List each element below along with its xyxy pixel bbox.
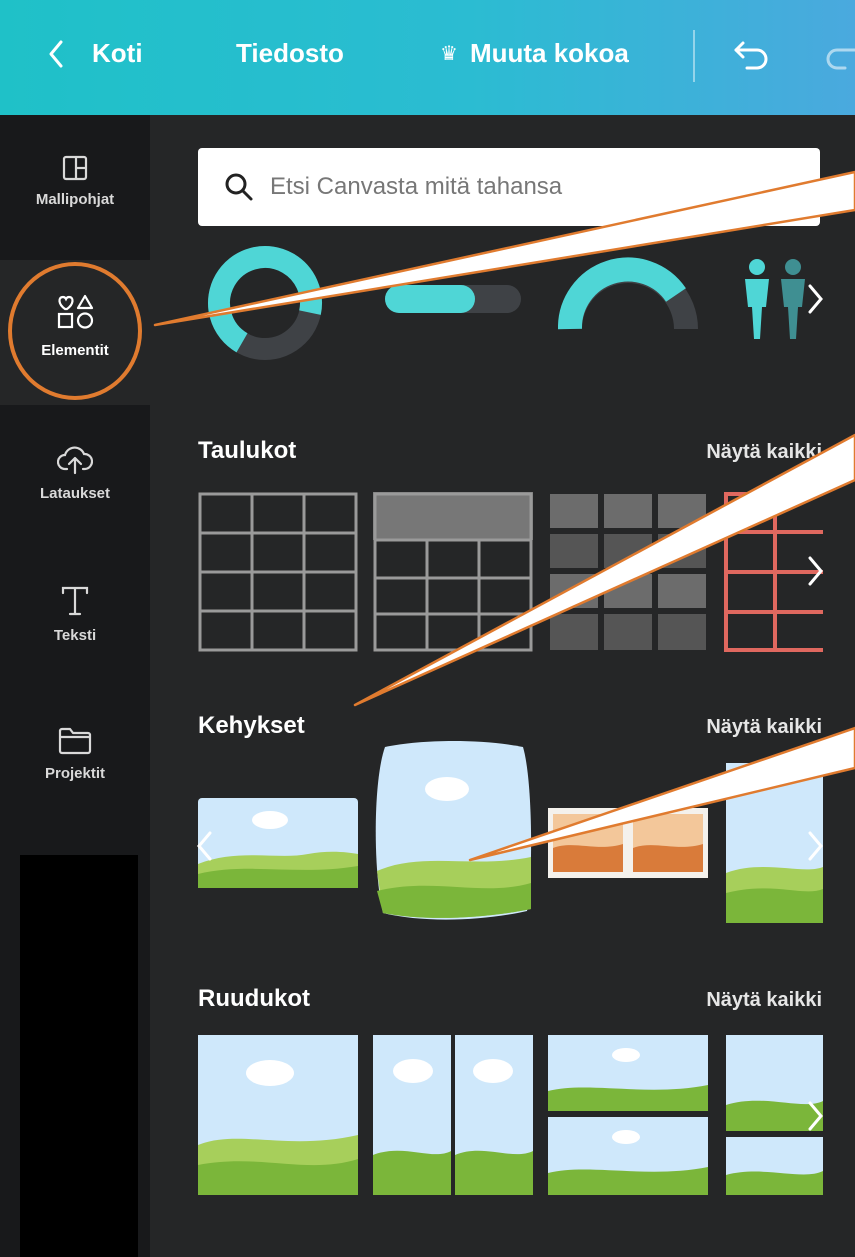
frames-see-all-link[interactable]: Näytä kaikki xyxy=(706,716,822,739)
resize-label: Muuta kokoa xyxy=(469,38,629,68)
home-button[interactable]: Koti xyxy=(48,38,143,69)
frame-element-blob[interactable] xyxy=(373,741,533,921)
frame-element-polaroid-pair[interactable] xyxy=(548,808,708,878)
tables-see-all-link[interactable]: Näytä kaikki xyxy=(706,441,822,464)
crown-icon: ♛ xyxy=(440,43,458,65)
grid-element-two-row[interactable] xyxy=(548,1035,708,1195)
chevron-right-icon[interactable] xyxy=(806,283,824,315)
grid-element-two-column[interactable] xyxy=(373,1035,533,1195)
folder-icon xyxy=(58,727,92,755)
redo-icon[interactable] xyxy=(825,37,855,73)
chevron-right-icon[interactable] xyxy=(806,830,824,862)
table-element-header[interactable] xyxy=(373,492,533,652)
redacted-area xyxy=(20,855,138,1257)
sidebar-item-text[interactable]: Teksti xyxy=(0,585,150,644)
frame-element-landscape[interactable] xyxy=(198,798,358,888)
file-menu-button[interactable]: Tiedosto xyxy=(236,38,344,69)
chevron-left-icon[interactable] xyxy=(196,830,214,862)
search-icon xyxy=(225,173,253,201)
grids-see-all-link[interactable]: Näytä kaikki xyxy=(706,989,822,1012)
gauge-element[interactable] xyxy=(558,253,698,333)
table-element-filled[interactable] xyxy=(548,492,708,652)
sidebar-item-label: Mallipohjat xyxy=(35,191,115,208)
chevron-right-icon[interactable] xyxy=(806,555,824,587)
sidebar-item-label: Teksti xyxy=(53,627,97,644)
chevron-right-icon[interactable] xyxy=(806,1100,824,1132)
sidebar-item-templates[interactable]: Mallipohjat xyxy=(0,155,150,208)
sidebar-item-uploads[interactable]: Lataukset xyxy=(0,445,150,502)
resize-button[interactable]: ♛ Muuta kokoa xyxy=(440,38,629,69)
undo-icon[interactable] xyxy=(733,37,773,73)
people-icon[interactable] xyxy=(735,257,815,341)
progress-ring-element[interactable] xyxy=(205,243,325,363)
text-icon xyxy=(61,586,89,616)
section-title-frames: Kehykset xyxy=(198,712,305,739)
home-label: Koti xyxy=(92,38,143,68)
progress-bar-element[interactable] xyxy=(383,283,523,317)
annotation-circle xyxy=(8,262,142,400)
search-bar[interactable] xyxy=(198,148,820,226)
section-title-grids: Ruudukot xyxy=(198,985,310,1012)
top-toolbar: Koti Tiedosto ♛ Muuta kokoa xyxy=(0,0,855,115)
chevron-left-icon xyxy=(49,40,63,67)
grid-element-single[interactable] xyxy=(198,1035,358,1195)
search-input[interactable] xyxy=(270,173,790,201)
table-element-outline[interactable] xyxy=(198,492,358,652)
toolbar-divider xyxy=(693,30,695,82)
section-title-tables: Taulukot xyxy=(198,437,297,464)
cloud-upload-icon xyxy=(57,446,93,475)
elements-panel: Taulukot Näytä kaikki Keh xyxy=(150,115,855,1257)
file-label: Tiedosto xyxy=(236,38,344,68)
layout-icon xyxy=(62,155,88,181)
sidebar-item-label: Lataukset xyxy=(39,485,111,502)
sidebar-item-projects[interactable]: Projektit xyxy=(0,727,150,782)
sidebar-item-label: Projektit xyxy=(44,765,105,782)
